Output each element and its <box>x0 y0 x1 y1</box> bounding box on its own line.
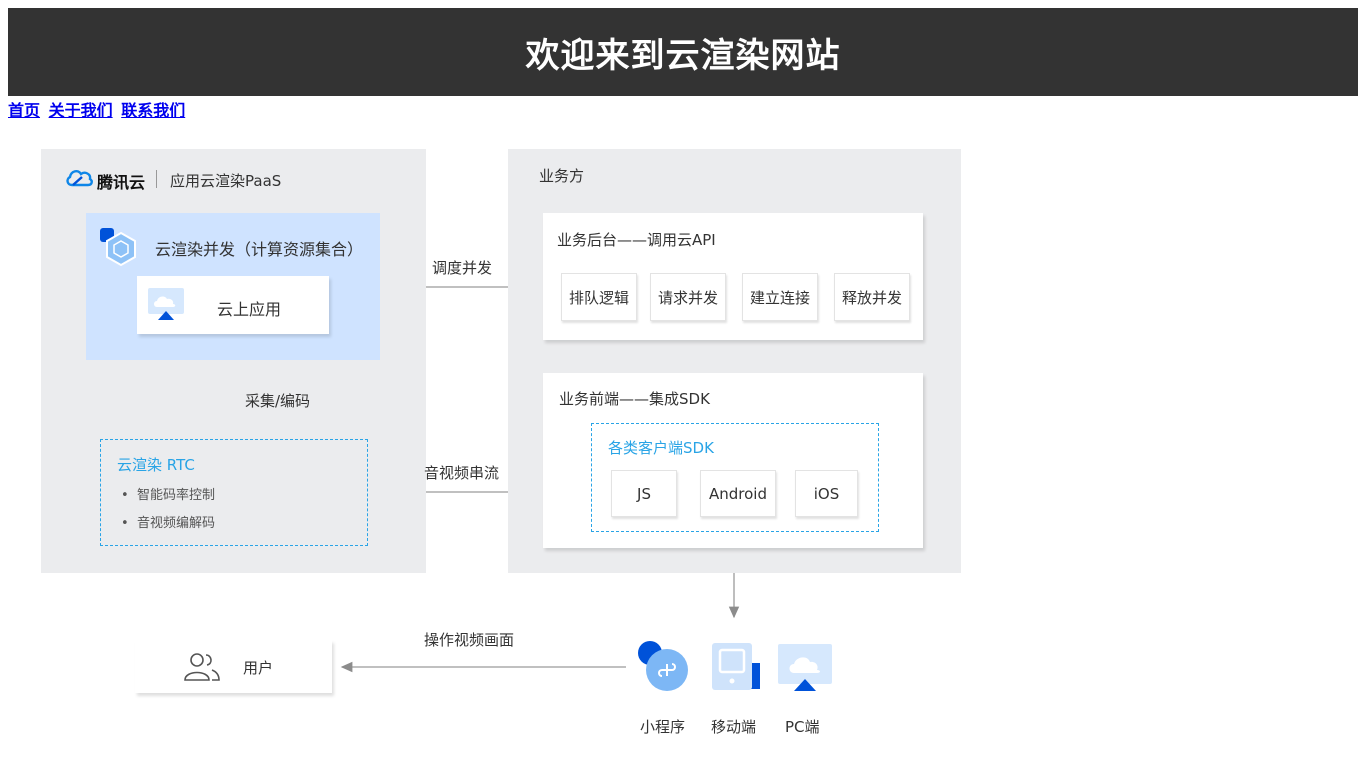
sdk-ios-chip: iOS <box>795 470 858 517</box>
cloud-icon <box>66 169 93 187</box>
queue-logic-chip: 排队逻辑 <box>561 273 637 321</box>
client-label-mobile: 移动端 <box>711 718 757 736</box>
user-label: 用户 <box>243 659 274 677</box>
stream-label: 音视频串流 <box>424 464 500 482</box>
brand-name: 腾讯云 <box>97 173 146 192</box>
rtc-bullet-codec: • 音视频编解码 <box>121 516 215 531</box>
sdk-android-chip: Android <box>700 470 776 517</box>
release-concurrency-chip: 释放并发 <box>834 273 910 321</box>
user-card <box>135 640 332 693</box>
sdk-box-title: 各类客户端SDK <box>608 439 714 457</box>
operate-label: 操作视频画面 <box>424 631 515 649</box>
client-label-miniprogram: 小程序 <box>640 718 686 736</box>
establish-connection-chip: 建立连接 <box>742 273 818 321</box>
dispatch-label: 调度并发 <box>432 259 493 277</box>
rtc-title: 云渲染 RTC <box>117 456 195 474</box>
user-icon <box>182 650 222 682</box>
compute-cube-icon <box>99 227 141 267</box>
backend-title: 业务后台——调用云API <box>557 231 716 249</box>
rtc-bullet-bitrate: • 智能码率控制 <box>121 488 215 503</box>
capture-encode-label: 采集/编码 <box>245 392 311 410</box>
mini-program-icon <box>636 640 692 696</box>
rtc-bullet-codec-text: 音视频编解码 <box>136 516 215 531</box>
product-name: 应用云渲染PaaS <box>170 172 282 190</box>
request-concurrency-chip: 请求并发 <box>650 273 726 321</box>
business-side-title: 业务方 <box>539 167 585 185</box>
pc-icon <box>777 643 833 693</box>
client-label-pc: PC端 <box>785 718 820 736</box>
concurrency-title: 云渲染并发（计算资源集合） <box>155 240 364 259</box>
mobile-icon <box>710 641 764 693</box>
rtc-bullet-bitrate-text: 智能码率控制 <box>136 488 215 503</box>
sdk-js-chip: JS <box>611 470 677 517</box>
brand-divider <box>156 170 157 188</box>
frontend-title: 业务前端——集成SDK <box>559 390 710 408</box>
cloud-app-icon <box>147 287 187 321</box>
tencent-cloud-logo <box>64 166 94 190</box>
cloud-app-label: 云上应用 <box>217 300 282 319</box>
